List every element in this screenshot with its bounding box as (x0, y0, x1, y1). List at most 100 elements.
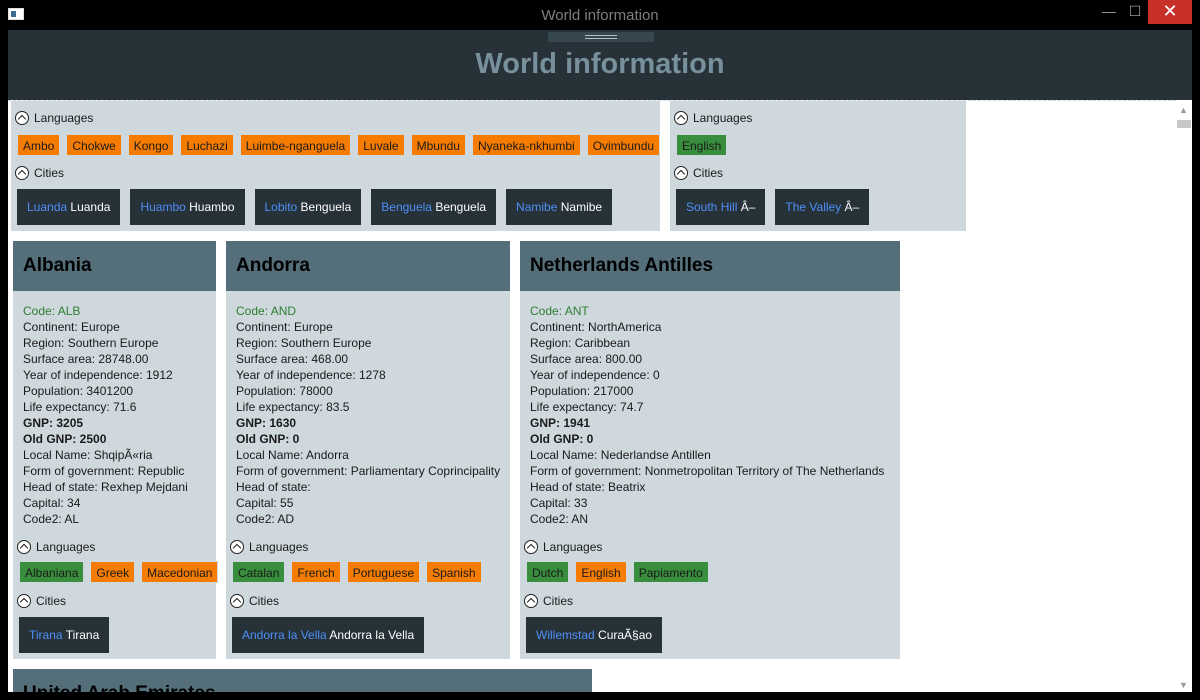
drag-handle[interactable] (548, 32, 654, 42)
cities-label: Cities (693, 166, 724, 180)
collapse-chevron-icon[interactable] (17, 594, 31, 608)
language-chip[interactable]: Ambo (17, 134, 61, 156)
city-item[interactable]: Willemstad CuraÃ§ao (526, 617, 663, 653)
title-bar[interactable]: World information — ☐ ✕ (0, 0, 1200, 30)
language-chip[interactable]: Portuguese (346, 561, 421, 583)
government-row: Form of government: Republic (23, 464, 185, 478)
language-chip[interactable]: Catalan (232, 561, 286, 583)
language-chip[interactable]: Luchazi (180, 134, 234, 156)
city-item[interactable]: Tirana Tirana (19, 617, 110, 653)
country-card-angola: Languages Ambo Chokwe Kongo Luchazi Luim… (11, 101, 661, 231)
collapse-chevron-icon[interactable] (17, 540, 31, 554)
languages-section-header[interactable]: Languages (230, 538, 308, 556)
language-list: Albaniana Greek Macedonian (19, 561, 219, 583)
minimize-button[interactable]: — (1098, 0, 1120, 24)
client-area: World information Languages Ambo Chokwe … (8, 30, 1192, 692)
language-chip[interactable]: Greek (90, 561, 136, 583)
cities-label: Cities (34, 166, 65, 180)
collapse-chevron-icon[interactable] (15, 111, 29, 125)
oldgnp-row: Old GNP: 0 (236, 432, 300, 446)
language-chip[interactable]: Ovimbundu (586, 134, 661, 156)
languages-label: Languages (543, 540, 603, 554)
window-title: World information (541, 7, 659, 24)
cities-section-header[interactable]: Cities (230, 592, 279, 610)
countries-scroll-area[interactable]: Languages Ambo Chokwe Kongo Luchazi Luim… (8, 100, 1176, 692)
city-name: Namibe (516, 200, 558, 214)
collapse-chevron-icon[interactable] (524, 594, 538, 608)
language-chip[interactable]: Chokwe (66, 134, 122, 156)
collapse-chevron-icon[interactable] (674, 166, 688, 180)
card-header: Andorra (226, 241, 510, 291)
region-row: Region: Southern Europe (236, 336, 372, 350)
language-chip[interactable]: Macedonian (141, 561, 219, 583)
languages-section-header[interactable]: Languages (674, 109, 752, 127)
city-district: Tirana (65, 628, 100, 642)
language-chip[interactable]: Spanish (426, 561, 482, 583)
city-item[interactable]: Lobito Benguela (254, 189, 362, 225)
collapse-chevron-icon[interactable] (15, 166, 29, 180)
languages-label: Languages (693, 111, 753, 125)
languages-section-header[interactable]: Languages (17, 538, 95, 556)
code2-row: Code2: AL (23, 512, 80, 526)
life-row: Life expectancy: 74.7 (530, 400, 644, 414)
oldgnp-row: Old GNP: 2500 (23, 432, 107, 446)
surface-row: Surface area: 800.00 (530, 352, 643, 366)
language-chip[interactable]: Papiamento (632, 561, 709, 583)
languages-label: Languages (249, 540, 309, 554)
city-list: Andorra la Vella Andorra la Vella (232, 617, 425, 653)
country-details: Code: ALB Continent: Europe Region: Sout… (23, 303, 188, 527)
gnp-row: GNP: 3205 (23, 416, 84, 430)
city-item[interactable]: Benguela Benguela (371, 189, 497, 225)
country-card-albania: Albania Code: ALB Continent: Europe Regi… (13, 241, 219, 659)
collapse-chevron-icon[interactable] (524, 540, 538, 554)
city-item[interactable]: Luanda Luanda (17, 189, 121, 225)
scroll-down-arrow-icon[interactable]: ▼ (1179, 680, 1188, 690)
cities-section-header[interactable]: Cities (17, 592, 66, 610)
close-button[interactable]: ✕ (1148, 0, 1192, 24)
continent-row: Continent: Europe (236, 320, 333, 334)
language-chip[interactable]: French (291, 561, 341, 583)
cities-section-header[interactable]: Cities (674, 164, 723, 182)
city-item[interactable]: Namibe Namibe (506, 189, 613, 225)
languages-section-header[interactable]: Languages (15, 109, 93, 127)
language-chip[interactable]: Albaniana (19, 561, 85, 583)
maximize-button[interactable]: ☐ (1124, 0, 1146, 24)
city-item[interactable]: The Valley Â– (775, 189, 870, 225)
language-chip[interactable]: Kongo (127, 134, 175, 156)
government-row: Form of government: Parliamentary Coprin… (236, 464, 501, 478)
language-chip[interactable]: Dutch (526, 561, 570, 583)
language-chip[interactable]: Mbundu (410, 134, 466, 156)
collapse-chevron-icon[interactable] (674, 111, 688, 125)
scroll-up-arrow-icon[interactable]: ▲ (1179, 105, 1188, 115)
cities-section-header[interactable]: Cities (524, 592, 573, 610)
independence-row: Year of independence: 0 (530, 368, 660, 382)
language-chip[interactable]: English (575, 561, 627, 583)
cities-label: Cities (249, 594, 280, 608)
city-name: The Valley (785, 200, 842, 214)
country-name: Andorra (236, 255, 310, 276)
vertical-scrollbar[interactable]: ▲ ▼ (1176, 102, 1192, 692)
city-item[interactable]: Huambo Huambo (130, 189, 245, 225)
language-chip[interactable]: Luimbe-nganguela (239, 134, 352, 156)
cities-label: Cities (543, 594, 574, 608)
city-item[interactable]: South Hill Â– (676, 189, 766, 225)
country-details: Code: AND Continent: Europe Region: Sout… (236, 303, 500, 527)
language-chip[interactable]: Luvale (357, 134, 405, 156)
localname-row: Local Name: Nederlandse Antillen (530, 448, 711, 462)
card-header: United Arab Emirates (13, 669, 592, 692)
language-chip[interactable]: Nyaneka-nkhumbi (471, 134, 581, 156)
city-list: Tirana Tirana (19, 617, 110, 653)
continent-row: Continent: NorthAmerica (530, 320, 662, 334)
collapse-chevron-icon[interactable] (230, 540, 244, 554)
language-list: Ambo Chokwe Kongo Luchazi Luimbe-ngangue… (17, 134, 661, 156)
scroll-thumb[interactable] (1177, 120, 1191, 128)
city-item[interactable]: Andorra la Vella Andorra la Vella (232, 617, 425, 653)
population-row: Population: 78000 (236, 384, 333, 398)
language-chip[interactable]: English (676, 134, 728, 156)
city-district: Benguela (435, 200, 487, 214)
languages-section-header[interactable]: Languages (524, 538, 602, 556)
collapse-chevron-icon[interactable] (230, 594, 244, 608)
country-card-united-arab-emirates: United Arab Emirates (13, 669, 592, 692)
cities-section-header[interactable]: Cities (15, 164, 64, 182)
government-row: Form of government: Nonmetropolitan Terr… (530, 464, 885, 478)
